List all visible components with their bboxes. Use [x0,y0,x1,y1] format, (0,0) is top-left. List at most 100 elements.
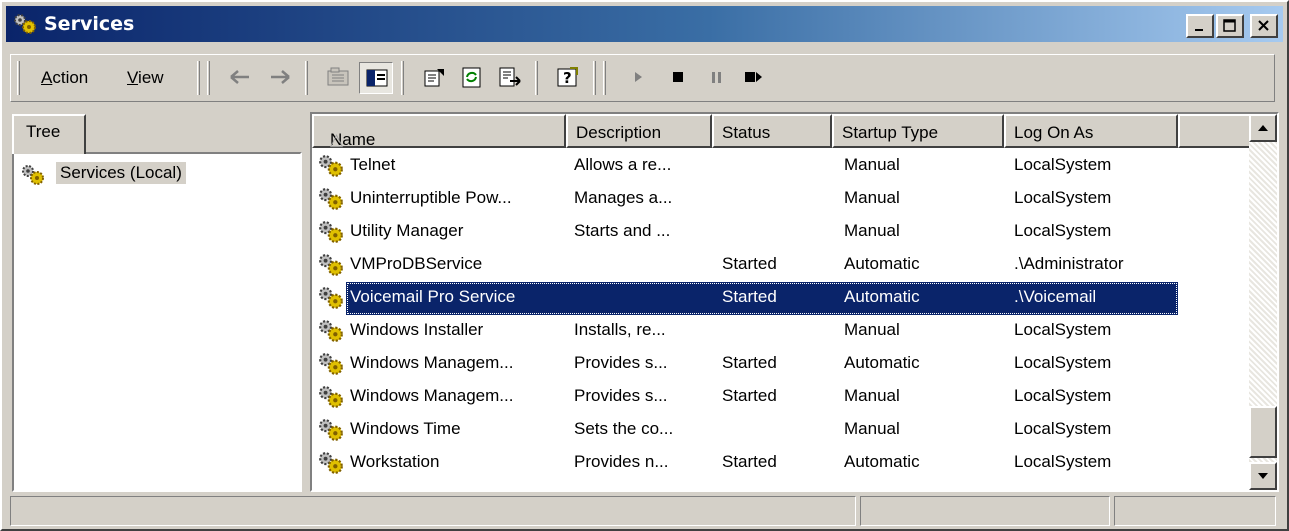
table-row[interactable]: Workstation Provides n... Started Automatic… [312,447,1257,480]
status-bar-pane-3 [1114,496,1276,526]
show-hide-tree-button[interactable] [359,62,393,94]
service-log-on-as: .\Administrator [1014,254,1124,273]
service-description: Starts and ... [574,221,671,240]
title-bar[interactable]: Services [6,6,1283,42]
sort-ascending-icon: △ [330,130,344,149]
scrollbar-thumb[interactable] [1249,406,1277,458]
table-row[interactable]: Windows Installer Installs, re... Manual Lo… [312,315,1257,348]
service-name: Windows Managem... [350,353,514,372]
table-row[interactable]: Windows Managem... Provides s... Started Au… [312,348,1257,381]
toolbar-separator [305,61,308,95]
service-startup-type: Automatic [844,254,920,273]
column-header-description[interactable]: Description [566,114,712,148]
close-button[interactable] [1250,14,1278,38]
arrow-up-icon [1258,125,1268,131]
service-description: Allows a re... [574,155,672,174]
service-startup-type: Manual [844,155,900,174]
column-header-name[interactable]: Name △ [312,114,566,149]
services-gear-icon [14,14,36,34]
service-status: Started [722,386,777,405]
show-hide-tree-icon [366,69,388,87]
toolbar: Action View ? [10,54,1275,102]
status-bar-pane-main [10,496,856,526]
service-log-on-as: LocalSystem [1014,353,1112,372]
menu-view[interactable]: View [127,68,164,88]
service-log-on-as: LocalSystem [1014,452,1112,471]
service-description: Manages a... [574,188,673,207]
service-log-on-as: .\Voicemail [1014,287,1097,306]
up-folder-icon [327,67,349,86]
table-row[interactable]: Telnet Allows a re... Manual LocalSystem [312,150,1257,183]
tab-tree[interactable]: Tree [12,114,86,154]
restart-service-button[interactable] [737,62,771,94]
service-log-on-as: LocalSystem [1014,221,1112,240]
toolbar-grip[interactable] [207,61,210,95]
service-name: Uninterruptible Pow... [350,188,512,207]
up-one-level-button[interactable] [321,62,355,94]
column-header-startup-type[interactable]: Startup Type [832,114,1004,148]
service-log-on-as: LocalSystem [1014,419,1112,438]
refresh-button[interactable] [455,62,489,94]
service-startup-type: Automatic [844,287,920,306]
service-name: Workstation [350,452,440,471]
start-service-button[interactable] [621,62,655,94]
services-gear-icon [319,419,343,441]
service-log-on-as: LocalSystem [1014,155,1112,174]
services-gear-icon [319,353,343,375]
service-log-on-as: LocalSystem [1014,188,1112,207]
back-arrow-icon [230,70,249,84]
service-startup-type: Manual [844,188,900,207]
service-description: Provides n... [574,452,669,471]
column-header-status[interactable]: Status [712,114,832,148]
table-row[interactable]: Voicemail Pro Service Started Automatic .\V… [312,282,1257,315]
table-row[interactable]: Utility Manager Starts and ... Manual Local… [312,216,1257,249]
tree-tab-label: Tree [26,122,61,141]
table-row[interactable]: Uninterruptible Pow... Manages a... Manual… [312,183,1257,216]
services-gear-icon [319,155,343,177]
service-startup-type: Automatic [844,452,920,471]
toolbar-separator [593,61,596,95]
status-bar-pane-2 [860,496,1110,526]
minimize-button[interactable] [1186,14,1214,38]
services-gear-icon [319,287,343,309]
scroll-down-button[interactable] [1249,462,1277,490]
service-name: VMProDBService [350,254,483,273]
restart-service-icon [745,72,762,82]
properties-button[interactable] [417,62,451,94]
service-name: Utility Manager [350,221,464,240]
tree-item-label: Services (Local) [56,162,186,184]
toolbar-grip[interactable] [17,61,20,95]
vertical-scrollbar[interactable] [1249,114,1277,490]
service-startup-type: Manual [844,320,900,339]
services-gear-icon [319,221,343,243]
stop-service-button[interactable] [661,62,695,94]
services-gear-icon [319,188,343,210]
toolbar-separator [401,61,404,95]
table-row[interactable]: Windows Managem... Provides s... Started Ma… [312,381,1257,414]
forward-arrow-icon [271,70,290,84]
service-name: Telnet [350,155,396,174]
service-description: Provides s... [574,353,668,372]
service-log-on-as: LocalSystem [1014,320,1112,339]
scroll-up-button[interactable] [1249,114,1277,142]
pause-service-button[interactable] [699,62,733,94]
toolbar-separator [535,61,538,95]
maximize-button[interactable] [1216,14,1244,38]
close-icon [1258,20,1269,31]
forward-button[interactable] [263,62,297,94]
table-row[interactable]: Windows Time Sets the co... Manual LocalSys… [312,414,1257,447]
toolbar-grip[interactable] [603,61,606,95]
services-gear-icon [319,452,343,474]
menu-action[interactable]: Action [41,68,88,88]
export-list-button[interactable] [493,62,527,94]
minimize-icon [1195,29,1203,31]
help-button[interactable]: ? [551,62,585,94]
column-header-log-on-as[interactable]: Log On As [1004,114,1178,148]
maximize-icon [1223,19,1236,32]
table-row[interactable]: VMProDBService Started Automatic .\Administ… [312,249,1257,282]
service-startup-type: Manual [844,386,900,405]
svg-text:?: ? [563,69,572,87]
back-button[interactable] [223,62,257,94]
services-gear-icon [319,386,343,408]
arrow-down-icon [1258,473,1268,479]
